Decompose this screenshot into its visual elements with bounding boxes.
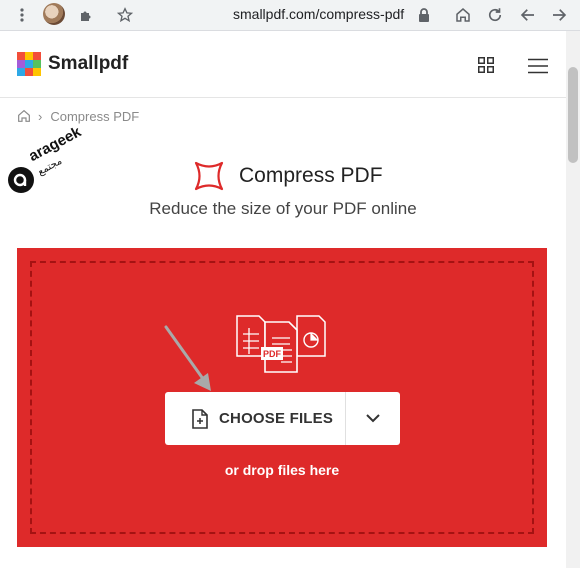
annotation-arrow-icon xyxy=(164,325,211,391)
lock-icon[interactable] xyxy=(413,4,435,26)
breadcrumb-current[interactable]: Compress PDF xyxy=(50,109,139,124)
url-text[interactable]: smallpdf.com/compress-pdf xyxy=(233,6,404,22)
choose-files-main[interactable]: CHOOSE FILES xyxy=(165,392,345,445)
watermark-logo-icon xyxy=(8,167,34,193)
breadcrumb: › Compress PDF xyxy=(16,108,139,124)
choose-files-button[interactable]: CHOOSE FILES xyxy=(165,392,400,445)
pdf-badge-label: PDF xyxy=(263,349,281,359)
file-drop-zone[interactable]: PDF CHOOSE FILES or drop files here xyxy=(17,248,547,547)
page-title: Compress PDF xyxy=(239,164,383,187)
reload-icon[interactable] xyxy=(484,4,506,26)
compress-tool-icon xyxy=(194,161,224,191)
more-vert-icon[interactable] xyxy=(11,4,33,26)
chevron-down-icon xyxy=(366,414,380,423)
home-breadcrumb-icon[interactable] xyxy=(16,108,32,124)
smallpdf-logo-icon[interactable] xyxy=(17,52,41,76)
choose-files-label: CHOOSE FILES xyxy=(219,410,334,427)
file-add-icon xyxy=(192,408,208,429)
scrollbar-thumb[interactable] xyxy=(568,67,578,163)
apps-grid-icon[interactable] xyxy=(478,57,494,73)
documents-illustration-icon xyxy=(236,315,326,373)
hamburger-menu-icon[interactable] xyxy=(528,58,548,74)
page-subtitle: Reduce the size of your PDF online xyxy=(149,199,417,218)
choose-files-dropdown[interactable] xyxy=(346,392,400,445)
page-scrollbar[interactable] xyxy=(566,31,580,568)
profile-avatar[interactable] xyxy=(43,3,65,25)
drop-files-hint: or drop files here xyxy=(224,462,340,478)
bookmark-star-icon[interactable] xyxy=(114,4,136,26)
breadcrumb-separator: › xyxy=(38,108,43,124)
logo-text[interactable]: Smallpdf xyxy=(48,53,128,75)
forward-icon[interactable] xyxy=(548,4,570,26)
home-icon[interactable] xyxy=(452,4,474,26)
browser-toolbar: smallpdf.com/compress-pdf xyxy=(0,0,580,31)
back-icon[interactable] xyxy=(517,4,539,26)
extensions-icon[interactable] xyxy=(75,4,97,26)
